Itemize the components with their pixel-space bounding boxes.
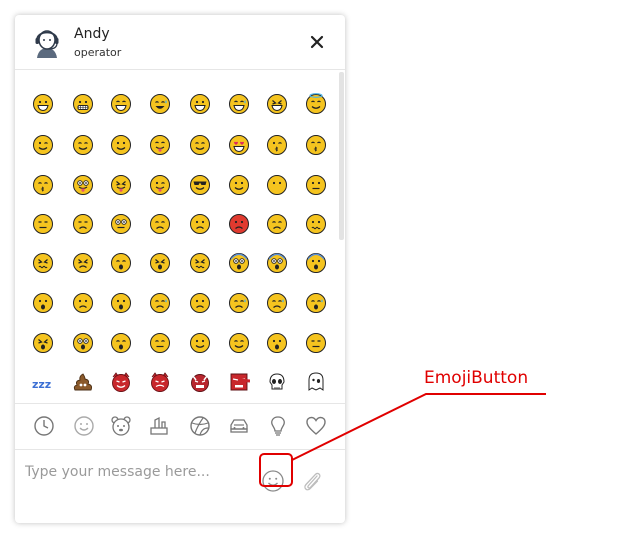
agent-name: Andy (74, 26, 110, 42)
emoji-grimacing[interactable] (72, 93, 94, 115)
emoji-scream[interactable] (228, 252, 250, 274)
emoji-unamused[interactable] (72, 213, 94, 235)
emoji-no-mouth[interactable] (266, 174, 288, 196)
agent-role: operator (74, 46, 122, 59)
emoji-thinking[interactable] (266, 332, 288, 354)
emoji-sunglasses[interactable] (189, 174, 211, 196)
chat-header: Andy operator (15, 15, 345, 70)
emoji-pensive[interactable] (149, 213, 171, 235)
emoji-imp[interactable] (110, 371, 132, 393)
emoji-kissing-smiling-eyes[interactable] (305, 134, 327, 156)
emoji-sleepy[interactable] (149, 332, 171, 354)
emoji-picker-grid: zzz (15, 70, 345, 404)
emoji-anguished[interactable] (110, 292, 132, 314)
emoji-angry[interactable] (189, 213, 211, 235)
emoji-cold-sweat[interactable] (305, 252, 327, 274)
food-icon[interactable] (148, 415, 170, 437)
emoji-ghost[interactable] (305, 371, 327, 393)
emoji-laughing[interactable] (266, 93, 288, 115)
message-input-area (15, 450, 345, 523)
smiley-icon[interactable] (73, 415, 95, 437)
emoji-fearful[interactable] (266, 252, 288, 274)
emoji-category-bar (15, 404, 345, 450)
emoji-poop[interactable] (72, 371, 94, 393)
emoji-expressionless[interactable] (32, 213, 54, 235)
emoji-smile[interactable] (110, 93, 132, 115)
emoji-disappointed[interactable] (266, 213, 288, 235)
emoji-grinning[interactable] (32, 93, 54, 115)
close-icon[interactable] (307, 32, 327, 52)
operator-avatar-icon (30, 25, 64, 59)
emoji-cry[interactable] (149, 292, 171, 314)
emoji-sob[interactable] (305, 292, 327, 314)
emoji-weary[interactable] (110, 252, 132, 274)
emoji-face-with-hand[interactable] (305, 332, 327, 354)
emoji-frowning[interactable] (72, 292, 94, 314)
emoji-stuck-out-tongue-closed-eyes[interactable] (110, 174, 132, 196)
callout-label: EmojiButton (424, 368, 529, 388)
emoji-dizzy[interactable] (32, 332, 54, 354)
message-input[interactable] (23, 460, 257, 484)
emoji-tired-face[interactable] (149, 252, 171, 274)
paperclip-icon[interactable] (301, 470, 323, 494)
emoji-hushed[interactable] (32, 292, 54, 314)
emoji-drooling[interactable] (228, 332, 250, 354)
car-icon[interactable] (228, 415, 250, 437)
emoji-confused[interactable] (305, 213, 327, 235)
emoji-relieved[interactable] (189, 134, 211, 156)
emoji-disappointed-relieved[interactable] (228, 292, 250, 314)
emoji-japanese-goblin[interactable] (228, 371, 250, 393)
emoji-astonished[interactable] (72, 332, 94, 354)
emoji-yum[interactable] (149, 134, 171, 156)
emoji-kissing-closed-eyes[interactable] (32, 174, 54, 196)
clock-icon[interactable] (33, 415, 55, 437)
emoji-smiling-imp[interactable] (149, 371, 171, 393)
svg-text:zzz: zzz (32, 378, 51, 391)
lightbulb-icon[interactable] (267, 415, 289, 437)
emoji-confounded[interactable] (32, 252, 54, 274)
emoji-hugging[interactable] (189, 332, 211, 354)
emoji-rage[interactable] (228, 213, 250, 235)
emoji-joy[interactable] (149, 93, 171, 115)
emoji-smirk[interactable] (228, 174, 250, 196)
emoji-heart-eyes[interactable] (228, 134, 250, 156)
emoji-slight-smile[interactable] (110, 134, 132, 156)
emoji-sad[interactable] (189, 292, 211, 314)
emoji-kissing-heart[interactable] (266, 134, 288, 156)
emoji-tired[interactable] (72, 252, 94, 274)
emoji-rolling-eyes[interactable] (110, 213, 132, 235)
heart-icon[interactable] (305, 415, 327, 437)
emoji-sleeping[interactable] (110, 332, 132, 354)
emoji-persevere[interactable] (189, 252, 211, 274)
emoji-stuck-out-tongue[interactable] (72, 174, 94, 196)
ball-icon[interactable] (189, 415, 211, 437)
emoji-innocent[interactable] (305, 93, 327, 115)
emoji-button-highlight (259, 453, 293, 487)
emoji-stuck-out-tongue-wink[interactable] (149, 174, 171, 196)
chat-widget: Andy operator zzz (15, 15, 345, 523)
emoji-zzz[interactable]: zzz (32, 371, 54, 393)
bear-icon[interactable] (110, 415, 132, 437)
emoji-wink[interactable] (32, 134, 54, 156)
emoji-japanese-ogre[interactable] (189, 371, 211, 393)
emoji-sweat-smile[interactable] (228, 93, 250, 115)
emoji-grin[interactable] (189, 93, 211, 115)
emoji-scrollbar[interactable] (339, 72, 344, 240)
emoji-skull[interactable] (266, 371, 288, 393)
emoji-neutral[interactable] (305, 174, 327, 196)
emoji-sweat[interactable] (266, 292, 288, 314)
emoji-blush[interactable] (72, 134, 94, 156)
